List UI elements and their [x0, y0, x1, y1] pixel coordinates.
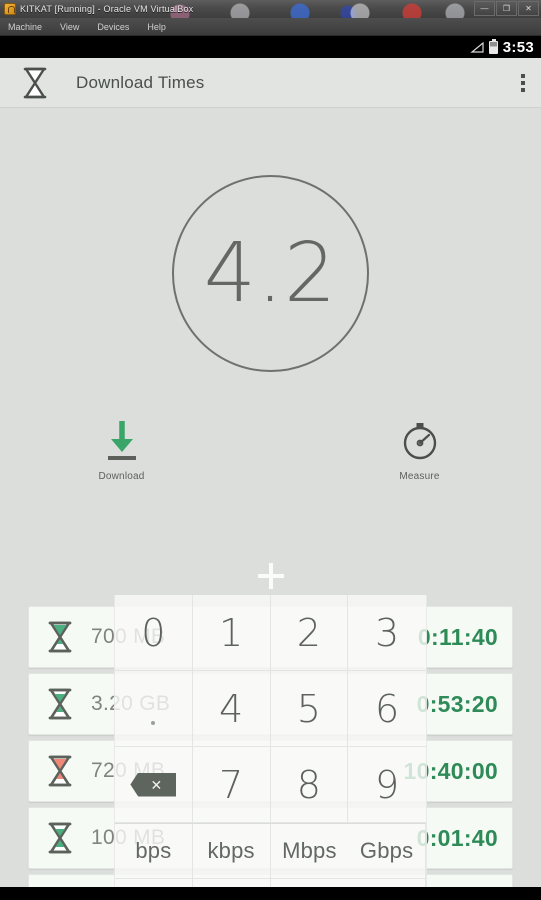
menu-bar: Machine View Devices Help	[0, 18, 541, 36]
key-7[interactable]: 7	[192, 747, 271, 823]
hourglass-green-icon	[29, 687, 91, 721]
speed-gauge[interactable]: 4.2	[0, 175, 541, 372]
menu-item-view[interactable]: View	[60, 22, 79, 32]
nav-home-button[interactable]	[247, 895, 293, 900]
key-0-label: 0	[141, 610, 166, 655]
unit-kilobytes-per-s[interactable]: KB/s	[193, 879, 271, 887]
signal-triangle-icon	[470, 41, 484, 53]
unit-bps[interactable]: bps	[115, 824, 193, 879]
hourglass-green-icon	[29, 821, 91, 855]
overflow-menu-icon[interactable]	[521, 73, 525, 92]
main-content: 4.2 Download Measure 700 0:11:40 3.20 0:…	[0, 108, 541, 887]
app-action-bar: Download Times	[0, 58, 541, 108]
key-3-label: 3	[375, 610, 400, 655]
key-decimal[interactable]	[115, 671, 193, 747]
key-8[interactable]: 8	[270, 747, 349, 823]
key-1[interactable]: 1	[192, 595, 271, 671]
nav-recents-button[interactable]	[388, 895, 434, 900]
restore-button[interactable]: ❐	[496, 1, 517, 16]
key-7-label: 7	[219, 762, 244, 807]
add-entry-button[interactable]	[0, 556, 541, 596]
unit-mbps-label: Mbps	[282, 838, 337, 863]
key-2-label: 2	[296, 610, 321, 655]
key-8-label: 8	[296, 762, 321, 807]
key-9-label: 9	[375, 762, 400, 807]
download-mode-button[interactable]: Download	[82, 416, 162, 482]
close-button[interactable]: ✕	[518, 1, 539, 16]
key-3[interactable]: 3	[348, 595, 426, 671]
key-6-label: 6	[375, 686, 400, 731]
row-time: 0:11:40	[417, 623, 498, 650]
menu-item-machine[interactable]: Machine	[8, 22, 42, 32]
unit-gigabytes-per-s[interactable]: GB/s	[348, 879, 426, 887]
unit-bytes-per-s[interactable]: B/s	[115, 879, 193, 887]
row-time: 0:01:40	[416, 824, 498, 851]
window-title: KITKAT [Running] - Oracle VM VirtualBox	[20, 4, 194, 14]
measure-mode-label: Measure	[399, 471, 440, 482]
android-nav-bar	[0, 887, 541, 900]
unit-megabytes-per-s[interactable]: MB/s	[271, 879, 349, 887]
key-5-label: 5	[296, 686, 321, 731]
hourglass-icon[interactable]	[12, 67, 58, 99]
row-time: 0:53:20	[416, 690, 498, 717]
unit-kbps[interactable]: kbps	[192, 824, 271, 879]
mode-buttons: Download Measure	[0, 416, 541, 482]
measure-mode-button[interactable]: Measure	[380, 416, 460, 482]
hourglass-green-icon	[29, 620, 91, 654]
gauge-value: 4.2	[203, 226, 338, 321]
unit-gbps[interactable]: Gbps	[348, 824, 426, 879]
page-title: Download Times	[76, 72, 205, 92]
key-4[interactable]: 4	[192, 671, 271, 747]
unit-mbps[interactable]: Mbps	[270, 824, 349, 879]
backspace-icon: ✕	[130, 772, 177, 797]
minimize-button[interactable]: —	[474, 1, 495, 16]
nav-back-button[interactable]	[107, 895, 153, 900]
virtualbox-window: KITKAT [Running] - Oracle VM VirtualBox …	[0, 0, 541, 900]
download-mode-label: Download	[98, 471, 145, 482]
menu-item-devices[interactable]: Devices	[97, 22, 129, 32]
unit-bps-label: bps	[135, 838, 172, 863]
android-status-bar: 3:53	[0, 36, 541, 58]
numeric-keypad: 0 1 2 3 4 5 6 ✕ 7 8 9 bps kbps Mbps Gbps…	[114, 595, 427, 887]
battery-icon	[488, 38, 498, 54]
key-2[interactable]: 2	[270, 595, 349, 671]
key-0[interactable]: 0	[115, 595, 193, 671]
key-6[interactable]: 6	[348, 671, 426, 747]
stopwatch-icon	[401, 416, 439, 462]
hourglass-red-icon	[29, 754, 91, 788]
download-arrow-icon	[105, 416, 139, 462]
unit-gbps-label: Gbps	[359, 838, 414, 863]
key-1-label: 1	[219, 610, 244, 655]
key-4-label: 4	[219, 686, 244, 731]
plus-icon	[257, 563, 284, 589]
virtualbox-icon	[4, 3, 16, 15]
status-bar-clock: 3:53	[502, 38, 534, 56]
unit-kbps-label: kbps	[207, 838, 255, 863]
key-backspace[interactable]: ✕	[115, 747, 193, 823]
window-controls: — ❐ ✕	[474, 1, 539, 16]
window-titlebar: KITKAT [Running] - Oracle VM VirtualBox …	[0, 0, 541, 18]
decimal-point-icon	[151, 720, 156, 725]
gauge-circle: 4.2	[172, 175, 369, 372]
menu-item-help[interactable]: Help	[147, 22, 166, 32]
key-5[interactable]: 5	[270, 671, 349, 747]
key-9[interactable]: 9	[348, 747, 426, 823]
